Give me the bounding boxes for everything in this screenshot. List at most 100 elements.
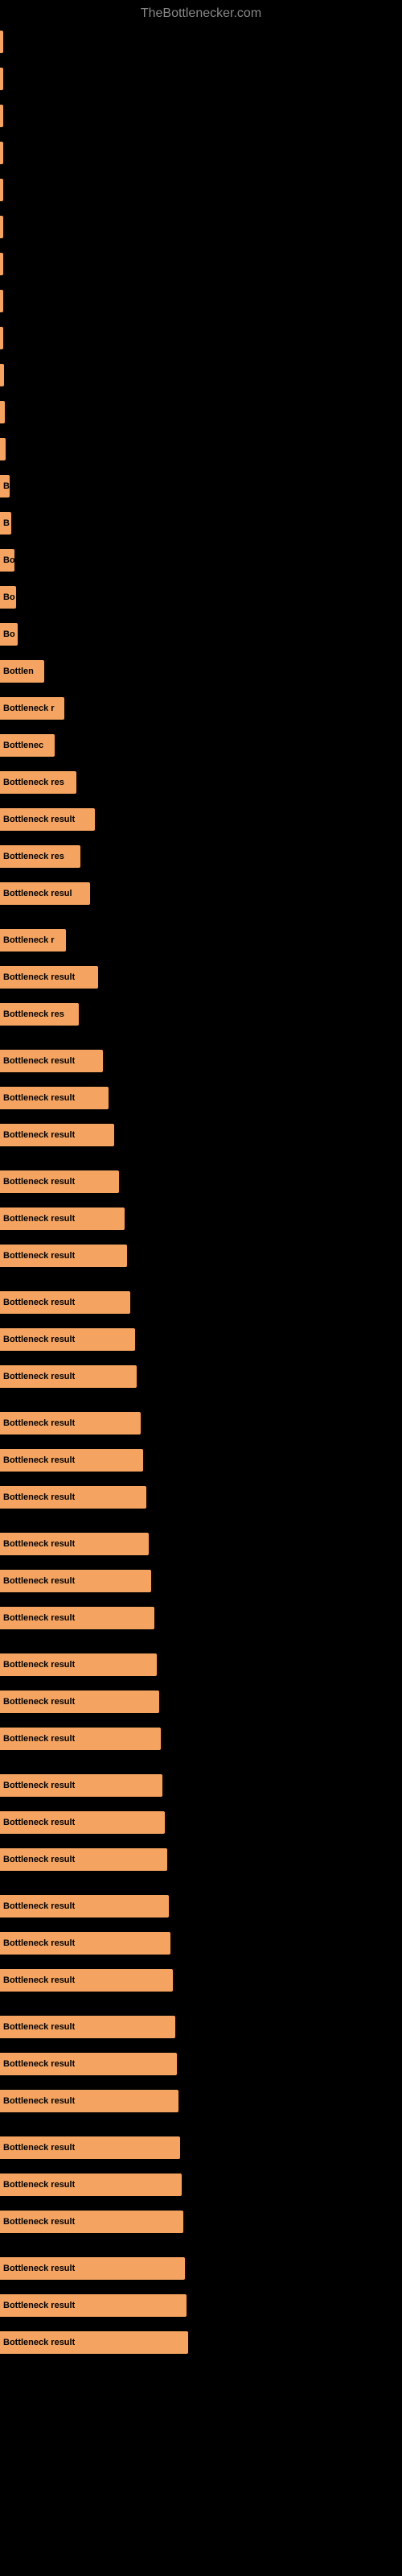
bar-row: Bottleneck result: [0, 1322, 402, 1357]
bar-label: Bottleneck result: [3, 1372, 75, 1381]
bar: Bottleneck res: [0, 845, 80, 868]
bar: Bottleneck res: [0, 1003, 79, 1026]
bar: [0, 438, 6, 460]
bar-label: Bottleneck result: [3, 2180, 75, 2190]
bar: Bottleneck result: [0, 1412, 141, 1435]
bar: Bottleneck result: [0, 1486, 146, 1509]
bar-label: Bottleneck result: [3, 2301, 75, 2310]
bar-label: Bottleneck result: [3, 1335, 75, 1344]
bar-row: Bottleneck r: [0, 923, 402, 958]
bar-row: Bottleneck result: [0, 802, 402, 837]
bar-label: Bottleneck result: [3, 2217, 75, 2227]
gap: [0, 1879, 402, 1889]
bar: Bottleneck result: [0, 1969, 173, 1992]
bar-label: Bottleneck result: [3, 1455, 75, 1465]
bar-row: Bottleneck result: [0, 2288, 402, 2323]
bar-row: Bottleneck result: [0, 1963, 402, 1998]
bar-row: Bo: [0, 617, 402, 652]
gap: [0, 1034, 402, 1043]
bar-row: [0, 320, 402, 356]
bar: Bottleneck result: [0, 2294, 187, 2317]
bar-label: Bottleneck result: [3, 2022, 75, 2032]
bar-row: B: [0, 506, 402, 541]
bar: [0, 68, 3, 90]
bar: Bottlen: [0, 660, 44, 683]
bar: Bottlenec: [0, 734, 55, 757]
bar: Bo: [0, 549, 14, 572]
bar-row: Bottlenec: [0, 728, 402, 763]
bar: Bottleneck result: [0, 966, 98, 989]
bar-label: Bottleneck result: [3, 1901, 75, 1911]
bar-row: Bottleneck result: [0, 960, 402, 995]
gap: [0, 2241, 402, 2251]
bar-label: B: [3, 481, 10, 491]
bar-row: Bottleneck result: [0, 1117, 402, 1153]
bar-row: B: [0, 469, 402, 504]
bar-label: Bottleneck result: [3, 1781, 75, 1790]
gap: [0, 2120, 402, 2130]
bar-label: Bottleneck result: [3, 2264, 75, 2273]
bar-label: Bottlenec: [3, 741, 43, 750]
bar: Bottleneck result: [0, 2016, 175, 2038]
bar-label: Bottleneck result: [3, 1093, 75, 1103]
bar-row: [0, 283, 402, 319]
bar: B: [0, 512, 11, 535]
bar: [0, 327, 3, 349]
bar: Bottleneck result: [0, 1245, 127, 1267]
bar-row: Bottleneck result: [0, 1406, 402, 1441]
bar: Bottleneck result: [0, 1170, 119, 1193]
bar-label: Bottleneck result: [3, 1938, 75, 1948]
bar-label: B: [3, 518, 10, 528]
bar-label: Bottleneck result: [3, 1492, 75, 1502]
bar: Bottleneck result: [0, 1328, 135, 1351]
bar: [0, 364, 4, 386]
bar-label: Bottleneck result: [3, 1251, 75, 1261]
bar-label: Bottleneck result: [3, 1697, 75, 1707]
bar-label: Bottleneck result: [3, 1734, 75, 1744]
bar-label: Bottleneck result: [3, 1539, 75, 1549]
bar: [0, 105, 3, 127]
bar-row: Bottleneck result: [0, 2009, 402, 2045]
bar: Bottleneck result: [0, 1690, 159, 1713]
bar-row: Bottleneck result: [0, 1164, 402, 1199]
bar: [0, 401, 5, 423]
bar: [0, 253, 3, 275]
gap: [0, 2000, 402, 2009]
bar-row: Bottleneck result: [0, 1080, 402, 1116]
bar-row: [0, 98, 402, 134]
bar: Bottleneck result: [0, 2053, 177, 2075]
bar: Bottleneck result: [0, 2136, 180, 2159]
bar-row: [0, 394, 402, 430]
bar: Bottleneck resul: [0, 882, 90, 905]
bar-row: Bo: [0, 580, 402, 615]
bar-row: Bottleneck result: [0, 1285, 402, 1320]
bar-row: Bottleneck result: [0, 1805, 402, 1840]
bar-label: Bottleneck result: [3, 1818, 75, 1827]
bar-label: Bottleneck r: [3, 935, 55, 945]
bar-label: Bottleneck result: [3, 1660, 75, 1670]
bar-row: Bottleneck result: [0, 2046, 402, 2082]
bar-row: Bottleneck result: [0, 1600, 402, 1636]
bar-label: Bottleneck result: [3, 1214, 75, 1224]
bar-row: [0, 61, 402, 97]
bar-row: Bottleneck res: [0, 839, 402, 874]
bar: Bottleneck result: [0, 2257, 185, 2280]
bar: B: [0, 475, 10, 497]
bar-row: Bottleneck result: [0, 1684, 402, 1719]
bar-label: Bottleneck result: [3, 1298, 75, 1307]
bar: Bottleneck result: [0, 1208, 125, 1230]
bar: Bo: [0, 623, 18, 646]
bar: Bottleneck result: [0, 2174, 182, 2196]
bar: Bottleneck result: [0, 1449, 143, 1472]
bar-label: Bottleneck result: [3, 1975, 75, 1985]
bar-row: Bottleneck res: [0, 765, 402, 800]
bar-row: [0, 357, 402, 393]
bar-row: Bottleneck result: [0, 1889, 402, 1924]
bar-label: Bottleneck result: [3, 2059, 75, 2069]
bar-label: Bottleneck result: [3, 1613, 75, 1623]
bar-label: Bottleneck r: [3, 704, 55, 713]
bar-row: Bottleneck result: [0, 1238, 402, 1274]
bar: [0, 216, 3, 238]
bar-row: Bottleneck result: [0, 1647, 402, 1682]
bar-row: Bottleneck result: [0, 1359, 402, 1394]
